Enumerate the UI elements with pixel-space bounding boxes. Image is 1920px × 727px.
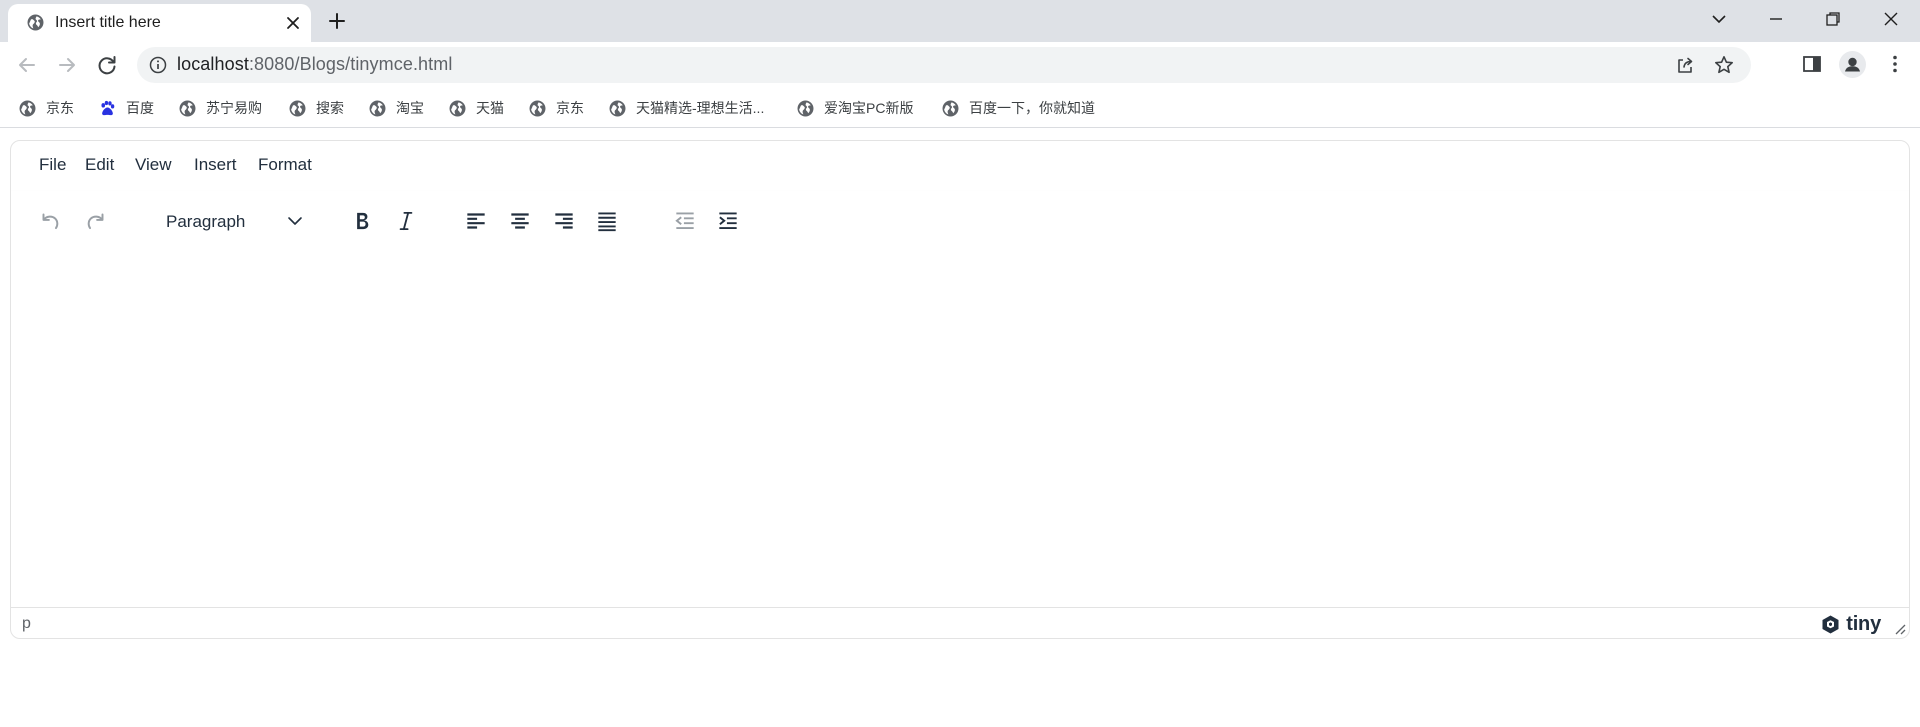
- profile-icon: [1845, 57, 1860, 72]
- url-text[interactable]: localhost:8080/Blogs/tinymce.html: [177, 54, 452, 75]
- reload-icon[interactable]: [94, 52, 120, 78]
- globe-icon: [609, 100, 626, 116]
- bold-button[interactable]: [345, 204, 379, 238]
- forward-icon[interactable]: [54, 52, 80, 78]
- minimize-icon[interactable]: [1765, 8, 1787, 30]
- share-icon[interactable]: [1675, 55, 1695, 75]
- url-path: :8080/Blogs/tinymce.html: [248, 54, 453, 74]
- bookmark-label: 苏宁易购: [206, 100, 262, 116]
- address-bar[interactable]: localhost:8080/Blogs/tinymce.html: [137, 47, 1751, 83]
- editor-content-area[interactable]: [11, 254, 1909, 609]
- align-left-button[interactable]: [459, 204, 493, 238]
- globe-icon: [179, 100, 196, 116]
- outdent-button[interactable]: [668, 204, 702, 238]
- bookmark-label: 淘宝: [396, 100, 424, 116]
- url-host: localhost: [177, 54, 249, 74]
- bookmark-label: 天猫: [476, 100, 504, 116]
- undo-icon: [42, 213, 59, 230]
- globe-icon: [19, 100, 36, 116]
- bookmark-item[interactable]: 天猫: [449, 97, 504, 119]
- bookmark-label: 京东: [556, 100, 584, 116]
- menu-file[interactable]: File: [39, 155, 66, 175]
- tiny-logo-icon: [1822, 615, 1839, 633]
- globe-icon: [27, 14, 44, 31]
- bookmark-item[interactable]: 苏宁易购: [179, 97, 262, 119]
- outdent-icon: [675, 212, 694, 230]
- bookmark-item[interactable]: 百度: [99, 97, 154, 119]
- align-center-icon: [511, 213, 529, 229]
- bookmarks-bar: 京东 百度 苏宁易购 搜索 淘宝 天猫 京东 天猫精选-理想生活... 爱淘宝P: [0, 88, 1920, 128]
- globe-icon: [449, 100, 466, 116]
- menu-edit[interactable]: Edit: [85, 155, 114, 175]
- globe-icon: [289, 100, 306, 116]
- close-window-icon[interactable]: [1880, 8, 1902, 30]
- browser-tab[interactable]: Insert title here: [8, 4, 311, 42]
- bookmark-item[interactable]: 京东: [19, 97, 74, 119]
- bookmark-item[interactable]: 搜索: [289, 97, 344, 119]
- editor-statusbar: p tiny: [11, 607, 1909, 638]
- globe-icon: [797, 100, 814, 116]
- back-icon[interactable]: [14, 52, 40, 78]
- menu-format[interactable]: Format: [258, 155, 312, 175]
- globe-icon: [942, 100, 959, 116]
- bookmark-star-icon[interactable]: [1713, 54, 1735, 76]
- tab-strip: Insert title here: [0, 0, 1920, 42]
- indent-button[interactable]: [711, 204, 745, 238]
- bookmark-label: 搜索: [316, 100, 344, 116]
- bookmark-item[interactable]: 京东: [529, 97, 584, 119]
- align-center-button[interactable]: [503, 204, 537, 238]
- redo-button[interactable]: [79, 204, 113, 238]
- bookmark-label: 百度一下，你就知道: [969, 100, 1095, 116]
- italic-button[interactable]: [389, 204, 423, 238]
- tiny-branding[interactable]: tiny: [1820, 613, 1881, 635]
- tab-title: Insert title here: [55, 14, 161, 31]
- editor-toolbar: Paragraph: [11, 191, 1909, 254]
- menu-view[interactable]: View: [135, 155, 172, 175]
- new-tab-icon[interactable]: [326, 10, 348, 32]
- indent-icon: [719, 212, 737, 230]
- align-right-icon: [555, 213, 573, 229]
- navigation-bar: localhost:8080/Blogs/tinymce.html: [0, 42, 1920, 88]
- bookmark-label: 爱淘宝PC新版: [824, 100, 914, 116]
- tab-search-icon[interactable]: [1708, 8, 1730, 30]
- bookmark-item[interactable]: 淘宝: [369, 97, 424, 119]
- bookmark-label: 百度: [126, 100, 154, 116]
- redo-icon: [87, 213, 104, 230]
- brand-text: tiny: [1846, 612, 1881, 635]
- restore-icon[interactable]: [1822, 8, 1844, 30]
- baidu-paw-icon: [101, 100, 115, 115]
- bookmark-item[interactable]: 天猫精选-理想生活...: [609, 97, 764, 119]
- align-justify-button[interactable]: [590, 204, 624, 238]
- menu-insert[interactable]: Insert: [194, 155, 237, 175]
- editor-menubar: File Edit View Insert Format: [11, 141, 1909, 191]
- side-panel-icon[interactable]: [1800, 52, 1824, 76]
- close-tab-icon[interactable]: [284, 14, 302, 32]
- bookmark-label: 天猫精选-理想生活...: [636, 100, 765, 116]
- block-format-select[interactable]: Paragraph: [152, 203, 322, 239]
- italic-icon: [399, 211, 413, 231]
- align-right-button[interactable]: [547, 204, 581, 238]
- site-info-icon[interactable]: [149, 56, 167, 74]
- block-format-value: Paragraph: [166, 212, 246, 231]
- tinymce-editor: File Edit View Insert Format Paragraph p…: [10, 140, 1910, 639]
- globe-icon: [369, 100, 386, 116]
- profile-avatar[interactable]: [1839, 51, 1866, 78]
- chevron-down-icon: [288, 217, 302, 225]
- element-path[interactable]: p: [22, 615, 31, 633]
- bookmark-label: 京东: [46, 100, 74, 116]
- align-left-icon: [467, 213, 485, 229]
- undo-button[interactable]: [33, 204, 67, 238]
- globe-icon: [529, 100, 546, 116]
- bookmark-item[interactable]: 百度一下，你就知道: [942, 97, 1095, 119]
- bookmark-item[interactable]: 爱淘宝PC新版: [797, 97, 913, 119]
- bold-icon: [357, 212, 369, 230]
- align-justify-icon: [598, 212, 616, 232]
- more-options-icon[interactable]: [1883, 52, 1907, 76]
- resize-handle-icon[interactable]: [1892, 621, 1906, 635]
